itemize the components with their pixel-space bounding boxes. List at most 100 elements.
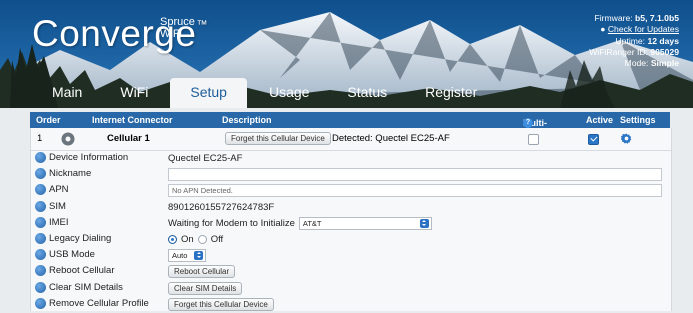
info-icon[interactable] bbox=[35, 265, 46, 277]
info-icon[interactable] bbox=[35, 249, 46, 261]
uptime-label: Uptime: bbox=[615, 35, 646, 46]
tab-setup[interactable]: Setup bbox=[170, 78, 247, 108]
select-arrows-icon bbox=[194, 251, 203, 261]
detail-usb-mode: USB Mode Auto bbox=[31, 248, 671, 264]
col-description: Description bbox=[222, 115, 272, 125]
apn-label-text: APN bbox=[49, 184, 69, 196]
col-order: Order bbox=[36, 115, 61, 125]
brand-sub-line2: WiFi bbox=[160, 28, 182, 40]
detail-nickname: Nickname bbox=[31, 167, 671, 183]
sim-value: 89012601557276247​83F bbox=[168, 201, 275, 213]
col-active: Active bbox=[586, 115, 614, 125]
multiwan-checkbox[interactable] bbox=[528, 134, 539, 145]
legacy-dialing-value-wrap: On Off bbox=[168, 232, 223, 247]
clear-sim-label-text: Clear SIM Details bbox=[49, 281, 123, 293]
tab-wifi[interactable]: WiFi bbox=[104, 78, 164, 108]
device-details: Device Information Quectel EC25-AF Nickn… bbox=[31, 151, 671, 313]
legacy-dialing-on-radio[interactable] bbox=[168, 234, 177, 244]
carrier-select-value: AT&T bbox=[302, 218, 322, 228]
info-icon[interactable] bbox=[35, 216, 46, 228]
connector-name: Cellular 1 bbox=[107, 133, 150, 144]
detail-sim: SIM 89012601557276247​83F bbox=[31, 200, 671, 216]
reboot-cellular-label-text: Reboot Cellular bbox=[49, 265, 115, 277]
settings-gear-icon[interactable] bbox=[621, 133, 632, 144]
info-icon[interactable] bbox=[35, 200, 46, 212]
forget-device-button[interactable]: Forget this Cellular Device bbox=[225, 132, 331, 145]
firmware-label: Firmware: bbox=[594, 13, 633, 23]
mode-line: Mode: Simple bbox=[589, 58, 679, 69]
clear-sim-label: Clear SIM Details bbox=[35, 281, 123, 293]
select-arrows-icon bbox=[419, 218, 429, 228]
apn-label: APN bbox=[35, 184, 69, 196]
tab-register[interactable]: Register bbox=[409, 78, 493, 108]
device-information-label-text: Device Information bbox=[49, 152, 129, 163]
usb-mode-label: USB Mode bbox=[35, 249, 95, 261]
brand-sub-line1: Spruce bbox=[160, 16, 195, 28]
info-icon[interactable] bbox=[35, 281, 46, 293]
usb-mode-label-text: USB Mode bbox=[49, 249, 95, 261]
tab-status[interactable]: Status bbox=[331, 78, 403, 108]
device-information-label: Device Information bbox=[35, 152, 128, 163]
imei-value-wrap: Waiting for Modem to Initialize AT&T bbox=[168, 216, 432, 231]
clear-sim-value-wrap: Clear SIM Details bbox=[168, 281, 243, 296]
help-icon[interactable]: ? bbox=[523, 118, 533, 128]
carrier-select[interactable]: AT&T bbox=[298, 216, 432, 230]
detail-legacy-dialing: Legacy Dialing On Off bbox=[31, 232, 671, 248]
info-icon[interactable] bbox=[35, 232, 46, 244]
remove-profile-label-text: Remove Cellular Profile bbox=[49, 297, 149, 309]
firmware-line: Firmware: b5, 7.1.0b5 bbox=[589, 13, 679, 24]
remove-profile-value-wrap: Forget this Cellular Device bbox=[168, 297, 274, 312]
main-tabs: Main WiFi Setup Usage Status Register bbox=[36, 78, 499, 108]
update-line: ● Check for Updates bbox=[600, 24, 679, 35]
nickname-value-wrap bbox=[168, 167, 662, 182]
device-information-value: Quectel EC25-AF bbox=[168, 153, 243, 164]
legacy-dialing-label: Legacy Dialing bbox=[35, 232, 112, 244]
detail-reboot-cellular: Reboot Cellular Reboot Cellular bbox=[31, 264, 671, 280]
usb-mode-select[interactable]: Auto bbox=[168, 249, 206, 263]
detail-imei: IMEI Waiting for Modem to Initialize AT&… bbox=[31, 216, 671, 232]
brand-subtitle: Spruce WiFi bbox=[160, 16, 195, 40]
device-info-panel: Firmware: b5, 7.1.0b5 ● Check for Update… bbox=[589, 13, 679, 69]
mode-value: Simple bbox=[650, 58, 679, 69]
col-settings: Settings bbox=[620, 115, 656, 125]
info-icon[interactable] bbox=[35, 184, 46, 196]
col-internet-connector: Internet Connector bbox=[92, 115, 173, 125]
apn-input[interactable]: No APN Detected. bbox=[168, 184, 662, 198]
detail-apn: APN No APN Detected. bbox=[31, 183, 671, 199]
detail-remove-profile: Remove Cellular Profile Forget this Cell… bbox=[31, 297, 671, 313]
nickname-label: Nickname bbox=[35, 168, 91, 180]
tab-usage[interactable]: Usage bbox=[253, 78, 325, 108]
brand-trademark: ™ bbox=[196, 19, 208, 31]
sim-label: SIM bbox=[35, 200, 66, 212]
remove-profile-button[interactable]: Forget this Cellular Device bbox=[168, 297, 274, 311]
clear-sim-button[interactable]: Clear SIM Details bbox=[168, 281, 243, 295]
reboot-cellular-value-wrap: Reboot Cellular bbox=[168, 264, 236, 279]
row-order: 1 bbox=[37, 133, 43, 144]
apn-value-wrap: No APN Detected. bbox=[168, 183, 662, 198]
active-checkbox[interactable] bbox=[588, 134, 599, 145]
id-value: 905029 bbox=[650, 46, 679, 57]
info-icon[interactable] bbox=[35, 168, 46, 180]
connector-panel: 1 Cellular 1 Forget this Cellular Device… bbox=[30, 128, 672, 311]
legacy-dialing-off-radio[interactable] bbox=[197, 234, 207, 244]
imei-value: Waiting for Modem to Initialize bbox=[168, 217, 295, 229]
check-updates-link[interactable]: Check for Updates bbox=[608, 24, 679, 34]
nickname-input[interactable] bbox=[168, 168, 662, 182]
legacy-dialing-on-label: On bbox=[181, 233, 194, 245]
detail-clear-sim: Clear SIM Details Clear SIM Details bbox=[31, 281, 671, 297]
sim-value-wrap: 89012601557276247​83F bbox=[168, 200, 274, 215]
tab-main[interactable]: Main bbox=[36, 78, 98, 108]
info-icon[interactable] bbox=[35, 297, 46, 309]
detail-device-information: Device Information Quectel EC25-AF bbox=[31, 151, 671, 167]
remove-profile-label: Remove Cellular Profile bbox=[35, 297, 149, 309]
connector-table-header: Order Internet Connector Description Mul… bbox=[30, 112, 670, 138]
info-icon[interactable] bbox=[35, 152, 46, 163]
uptime-value: 12 days bbox=[647, 35, 679, 46]
id-line: WiFiRanger ID: 905029 bbox=[589, 47, 679, 58]
id-label: WiFiRanger ID: bbox=[589, 46, 648, 57]
table-row: 1 Cellular 1 Forget this Cellular Device… bbox=[31, 128, 671, 151]
legacy-dialing-label-text: Legacy Dialing bbox=[49, 232, 112, 244]
reboot-cellular-button[interactable]: Reboot Cellular bbox=[168, 265, 236, 279]
mode-label: Mode: bbox=[624, 58, 649, 69]
usb-mode-select-value: Auto bbox=[172, 251, 188, 261]
